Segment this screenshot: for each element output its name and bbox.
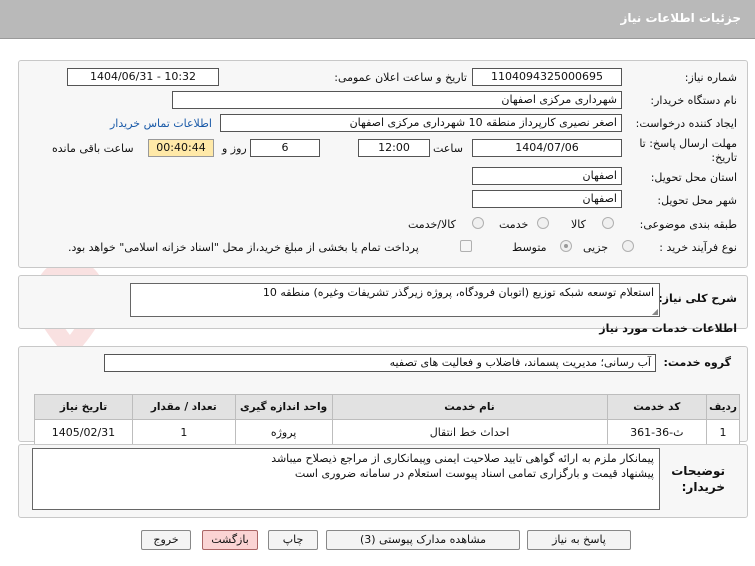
payment-note: پرداخت تمام یا بخشی از مبلغ خرید،از محل …: [68, 241, 419, 254]
buyer-org-label: نام دستگاه خریدار:: [650, 94, 737, 107]
buyer-contact-link[interactable]: اطلاعات تماس خریدار: [110, 117, 212, 130]
reply-button[interactable]: پاسخ به نیاز: [527, 530, 631, 550]
cell-date: 1405/02/31: [34, 419, 133, 445]
requester-label: ایجاد کننده درخواست:: [635, 117, 737, 130]
notes-label: توضیحات: [671, 464, 725, 478]
requester-field: اصغر نصیری کارپرداز منطقه 10 شهرداری مرک…: [220, 114, 622, 132]
deadline-date-field: 1404/07/06: [472, 139, 622, 157]
process-radio-medium[interactable]: [560, 240, 572, 252]
resize-handle-icon[interactable]: ◢: [652, 307, 658, 316]
deadline-time-field: 12:00: [358, 139, 430, 157]
category-radio-goods[interactable]: [602, 217, 614, 229]
table-header-row: ردیف کد خدمت نام خدمت واحد اندازه گیری ت…: [34, 394, 740, 420]
city-field: اصفهان: [472, 190, 622, 208]
deadline-label: مهلت ارسال پاسخ: تا: [639, 137, 737, 150]
need-number-label: شماره نیاز:: [684, 71, 737, 84]
table-row: 1 ث-36-361 احداث خط انتقال پروژه 1 1405/…: [34, 419, 740, 445]
category-option-goods: کالا: [571, 218, 586, 231]
deadline-time-label: ساعت: [433, 142, 463, 155]
page-header: جزئیات اطلاعات نیاز: [0, 0, 755, 39]
notes-field: پیمانکار ملزم به ارائه گواهی تایید صلاحی…: [32, 448, 660, 510]
days-label: روز و: [222, 142, 247, 155]
col-date: تاریخ نیاز: [34, 394, 133, 420]
days-field: 6: [250, 139, 320, 157]
services-table: ردیف کد خدمت نام خدمت واحد اندازه گیری ت…: [34, 394, 740, 445]
services-section-title: اطلاعات خدمات مورد نیاز: [599, 322, 737, 335]
summary-text: استعلام توسعه شبکه توزیع (اتوبان فرودگاه…: [262, 286, 654, 299]
category-option-service: خدمت: [499, 218, 529, 231]
remaining-time-field: 00:40:44: [148, 139, 214, 157]
col-row: ردیف: [706, 394, 740, 420]
province-label: استان محل تحویل:: [650, 171, 737, 184]
process-option-minor: جزیی: [583, 241, 609, 254]
summary-label: شرح کلی نیاز:: [658, 292, 737, 305]
notes-line-1: پیمانکار ملزم به ارائه گواهی تایید صلاحی…: [271, 452, 654, 465]
cell-unit: پروژه: [234, 419, 333, 445]
notes-line-2: پیشنهاد قیمت و بارگزاری تمامی اسناد پیوس…: [294, 467, 654, 480]
back-button[interactable]: بازگشت: [202, 530, 258, 550]
print-button[interactable]: چاپ: [268, 530, 318, 550]
announce-label: تاریخ و ساعت اعلان عمومی:: [334, 71, 467, 84]
service-group-label: گروه خدمت:: [663, 356, 731, 369]
col-qty: تعداد / مقدار: [131, 394, 236, 420]
remaining-time-label: ساعت باقی مانده: [52, 142, 134, 155]
city-label: شهر محل تحویل:: [657, 194, 737, 207]
cell-qty: 1: [131, 419, 236, 445]
process-option-medium: متوسط: [512, 241, 547, 254]
summary-field: استعلام توسعه شبکه توزیع (اتوبان فرودگاه…: [130, 283, 660, 317]
payment-checkbox[interactable]: [460, 240, 472, 252]
province-field: اصفهان: [472, 167, 622, 185]
category-radio-goods-service[interactable]: [472, 217, 484, 229]
need-number-field: 1104094325000695: [472, 68, 622, 86]
deadline-label-date: تاریخ:: [711, 151, 737, 164]
page-title: جزئیات اطلاعات نیاز: [620, 11, 741, 25]
announce-field: 1404/06/31 - 10:32: [67, 68, 219, 86]
cell-row: 1: [706, 419, 740, 445]
col-code: کد خدمت: [606, 394, 708, 420]
exit-button[interactable]: خروج: [141, 530, 191, 550]
cell-name: احداث خط انتقال: [331, 419, 608, 445]
buyer-org-field: شهرداری مرکزی اصفهان: [172, 91, 622, 109]
cell-code: ث-36-361: [606, 419, 708, 445]
category-radio-service[interactable]: [537, 217, 549, 229]
process-label: نوع فرآیند خرید :: [659, 241, 737, 254]
col-name: نام خدمت: [331, 394, 608, 420]
col-unit: واحد اندازه گیری: [234, 394, 333, 420]
attachments-button[interactable]: مشاهده مدارک پیوستی (3): [326, 530, 520, 550]
category-label: طبقه بندی موضوعی:: [639, 218, 737, 231]
category-option-goods-service: کالا/خدمت: [408, 218, 456, 231]
process-radio-minor[interactable]: [622, 240, 634, 252]
notes-label-buyer: خریدار:: [681, 480, 725, 494]
service-group-field: آب رسانی؛ مدیریت پسماند، فاضلاب و فعالیت…: [104, 354, 656, 372]
